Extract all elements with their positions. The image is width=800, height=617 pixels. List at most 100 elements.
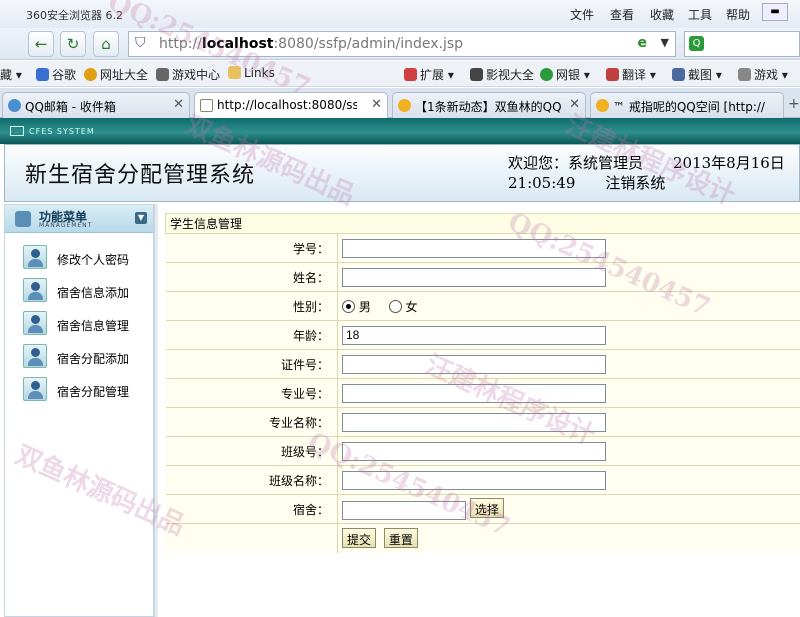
user-icon	[23, 278, 47, 302]
shield-icon: ⛉	[135, 35, 146, 51]
sidebar-item-label: 宿舍信息管理	[57, 319, 130, 333]
form-row: 宿舍： 选择	[165, 494, 800, 524]
age-input[interactable]	[342, 325, 606, 345]
user-icon	[23, 377, 47, 401]
choose-dorm-button[interactable]: 选择	[469, 498, 504, 519]
sidebar: 功能菜单 MANAGEMENT ▼ 修改个人密码 宿舍信息添加 宿舍信息管理 宿…	[4, 204, 154, 617]
fav-google[interactable]: 谷歌	[36, 66, 76, 83]
address-text[interactable]: http://localhost:8080/ssfp/admin/index.j…	[159, 36, 463, 52]
sidebar-item-dorm-manage[interactable]: 宿舍信息管理	[23, 311, 151, 337]
field-label: 班级名称：	[165, 465, 338, 495]
gender-male-radio[interactable]	[342, 299, 355, 313]
form-row: 姓名：	[165, 262, 800, 292]
major-id-input[interactable]	[342, 383, 606, 403]
major-name-input[interactable]	[342, 412, 606, 432]
id-card-input[interactable]	[342, 354, 606, 374]
submit-button[interactable]: 提交	[342, 528, 377, 549]
sidebar-item-allocation-manage[interactable]: 宿舍分配管理	[23, 377, 151, 403]
fav-url-directory[interactable]: 网址大全	[84, 66, 148, 83]
minimize-button[interactable]: ▬	[762, 3, 788, 21]
search-box[interactable]: Q	[684, 31, 800, 57]
welcome-line: 欢迎您：系统管理员 2013年8月16日	[508, 154, 785, 172]
fav-extensions[interactable]: 扩展 ▾	[404, 66, 454, 83]
tab-label: QQ邮箱 - 收件箱	[25, 100, 116, 114]
system-logo: CFES SYSTEM	[10, 126, 95, 136]
url-directory-icon	[84, 68, 97, 81]
address-dropdown-icon[interactable]: ▼	[661, 36, 669, 49]
refresh-icon[interactable]: ↻	[60, 31, 86, 57]
star-icon	[596, 99, 609, 112]
address-bar[interactable]: ⛉ http://localhost:8080/ssfp/admin/index…	[128, 31, 676, 57]
user-icon	[23, 311, 47, 335]
form-row: 班级名称：	[165, 465, 800, 495]
class-id-input[interactable]	[342, 441, 606, 461]
star-icon	[398, 99, 411, 112]
close-icon[interactable]: ✕	[371, 97, 382, 112]
ie-mode-icon[interactable]: e	[638, 35, 648, 51]
home-icon[interactable]: ⌂	[93, 31, 119, 57]
folder-icon	[228, 66, 241, 79]
sidebar-item-label: 修改个人密码	[57, 253, 130, 267]
translate-icon	[606, 68, 619, 81]
class-name-input[interactable]	[342, 470, 606, 490]
form-row: 证件号：	[165, 349, 800, 379]
fav-game-center[interactable]: 游戏中心	[156, 66, 220, 83]
field-label: 证件号：	[165, 349, 338, 379]
menu-view[interactable]: 查看	[610, 6, 634, 23]
game-icon	[738, 68, 751, 81]
tab-qq-mail[interactable]: QQ邮箱 - 收件箱 ✕	[2, 92, 190, 118]
close-icon[interactable]: ✕	[569, 97, 580, 112]
fav-translate[interactable]: 翻译 ▾	[606, 66, 656, 83]
reset-button[interactable]: 重置	[383, 528, 418, 549]
tab-qq-space-2[interactable]: ™ 戒指呢的QQ空间 [http://	[590, 92, 784, 118]
sidebar-item-change-password[interactable]: 修改个人密码	[23, 245, 151, 271]
field-label: 学号：	[165, 233, 338, 263]
web-page: CFES SYSTEM 新生宿舍分配管理系统 欢迎您：系统管理员 2013年8月…	[0, 118, 800, 617]
fav-games[interactable]: 游戏 ▾	[738, 66, 788, 83]
welcome-info: 欢迎您：系统管理员 2013年8月16日 21:05:49 注销系统	[508, 153, 785, 193]
menu-file[interactable]: 文件	[570, 6, 594, 23]
sidebar-header: 功能菜单 MANAGEMENT ▼	[5, 205, 153, 233]
user-icon	[23, 245, 47, 269]
sidebar-splitter[interactable]	[154, 204, 158, 617]
screenshot-icon	[672, 68, 685, 81]
field-label: 班级号：	[165, 436, 338, 466]
student-id-input[interactable]	[342, 238, 606, 258]
system-bar: CFES SYSTEM	[0, 118, 800, 144]
search-engine-icon[interactable]: Q	[689, 36, 704, 51]
fav-bank[interactable]: 网银 ▾	[540, 66, 590, 83]
tab-localhost[interactable]: http://localhost:8080/ssfp/a ✕	[194, 92, 388, 118]
user-icon	[23, 344, 47, 368]
fav-screenshot[interactable]: 截图 ▾	[672, 66, 722, 83]
field-label: 专业号：	[165, 378, 338, 408]
video-icon	[470, 68, 483, 81]
sidebar-item-label: 宿舍分配管理	[57, 385, 130, 399]
collapse-icon[interactable]: ▼	[135, 212, 147, 224]
menu-tools[interactable]: 工具	[688, 6, 712, 23]
back-icon[interactable]: ←	[28, 31, 54, 57]
actions-spacer	[165, 523, 338, 553]
fav-links[interactable]: Links	[228, 66, 275, 80]
sidebar-item-allocation-add[interactable]: 宿舍分配添加	[23, 344, 151, 370]
gender-female-radio[interactable]	[388, 299, 402, 313]
bank-icon	[540, 68, 553, 81]
close-icon[interactable]: ✕	[173, 97, 184, 112]
form-row: 性别： 男 女	[165, 291, 800, 321]
dorm-input[interactable]	[342, 500, 466, 520]
browser-titlebar: 360安全浏览器 6.2 文件 查看 收藏 工具 帮助 ▬	[0, 0, 800, 30]
form-row: 学号：	[165, 233, 800, 263]
menu-help[interactable]: 帮助	[726, 6, 750, 23]
field-label: 姓名：	[165, 262, 338, 292]
system-title: 新生宿舍分配管理系统	[25, 163, 256, 188]
time-logout-line: 21:05:49 注销系统	[508, 174, 666, 192]
menu-favorites[interactable]: 收藏	[650, 6, 674, 23]
tab-label: 【1条新动态】双鱼林的QQ空	[415, 100, 561, 114]
fav-item[interactable]: 藏 ▾	[0, 66, 22, 83]
new-tab-button[interactable]: +	[788, 96, 800, 112]
form-row: 年龄：	[165, 320, 800, 350]
tab-qq-space-1[interactable]: 【1条新动态】双鱼林的QQ空 ✕	[392, 92, 586, 118]
sidebar-item-dorm-add[interactable]: 宿舍信息添加	[23, 278, 151, 304]
fav-video[interactable]: 影视大全	[470, 66, 534, 83]
field-label: 专业名称：	[165, 407, 338, 437]
name-input[interactable]	[342, 267, 606, 287]
